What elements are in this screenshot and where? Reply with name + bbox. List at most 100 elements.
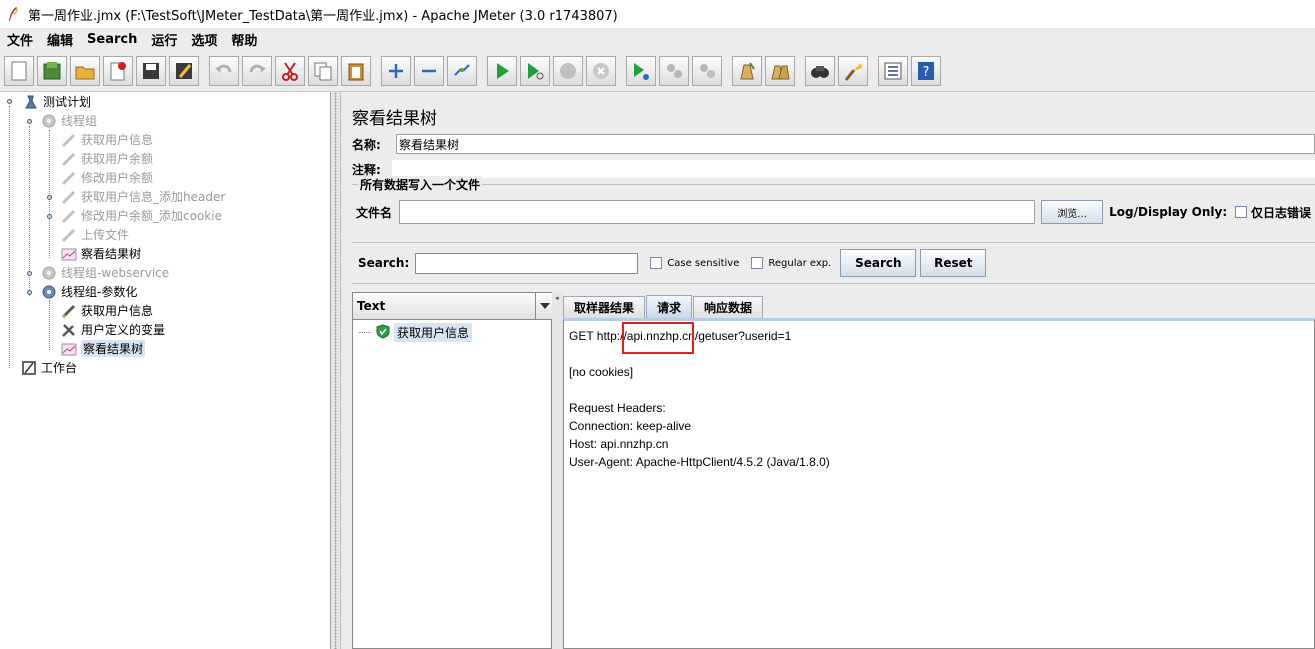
- menu-help[interactable]: 帮助: [226, 30, 262, 49]
- search-button[interactable]: Search: [840, 249, 917, 277]
- renderer-select[interactable]: Text: [353, 293, 553, 320]
- remote-shutdown-button[interactable]: [692, 55, 722, 86]
- undo-icon: [215, 64, 232, 73]
- shutdown-icon: [593, 62, 609, 79]
- test-plan-tree[interactable]: 测试计划 线程组 获取用户信息 获取用户余额 修改用户余额 获取用户信息_添加h…: [0, 92, 331, 649]
- menu-search[interactable]: Search: [82, 32, 142, 47]
- redo-button[interactable]: [242, 55, 272, 86]
- start-button[interactable]: [487, 55, 517, 86]
- tab-request[interactable]: 请求: [646, 295, 693, 318]
- tree-toggle[interactable]: [25, 117, 34, 126]
- tree-toggle[interactable]: [25, 288, 34, 297]
- request-text-area[interactable]: GET http://api.nnzhp.cn/getuser?userid=1…: [563, 318, 1315, 649]
- pane-splitter[interactable]: [331, 92, 341, 649]
- tree-item-test-plan[interactable]: 测试计划: [22, 92, 91, 111]
- save-as-icon: [176, 62, 192, 79]
- remote-start-button[interactable]: [626, 55, 656, 86]
- tree-item-sampler[interactable]: 获取用户信息: [60, 130, 153, 149]
- tree-item-sampler[interactable]: 获取用户信息_添加header: [60, 187, 225, 206]
- renderer-value: Text: [357, 299, 386, 313]
- tree-item-label: 察看结果树: [81, 247, 142, 261]
- close-button[interactable]: [103, 55, 133, 86]
- name-input[interactable]: [396, 134, 1315, 154]
- stop-button[interactable]: [553, 55, 583, 86]
- tree-item-sampler[interactable]: 修改用户余额_添加cookie: [60, 206, 222, 225]
- pencil-icon: [60, 151, 78, 167]
- copy-button[interactable]: [308, 55, 338, 86]
- tree-line: [359, 332, 371, 333]
- tree-item-sampler[interactable]: 上传文件: [60, 225, 129, 244]
- tree-item-thread-group[interactable]: 线程组-webservice: [40, 263, 169, 282]
- open-button[interactable]: [70, 55, 100, 86]
- result-splitter[interactable]: ◂: [552, 292, 563, 649]
- filename-input[interactable]: [399, 200, 1036, 224]
- expand-icon: [389, 63, 403, 78]
- tree-toggle[interactable]: [45, 212, 54, 221]
- menu-run[interactable]: 运行: [146, 30, 182, 49]
- sample-result-list[interactable]: Text 获取用户信息: [352, 292, 553, 649]
- chevron-down-icon[interactable]: [535, 293, 553, 319]
- clear-button[interactable]: [732, 55, 762, 86]
- clear-all-button[interactable]: [765, 55, 795, 86]
- paste-button[interactable]: [341, 55, 371, 86]
- help-button[interactable]: ?: [911, 55, 941, 86]
- tree-item-sampler[interactable]: 修改用户余额: [60, 168, 153, 187]
- save-as-button[interactable]: [169, 55, 199, 86]
- tab-sampler-result[interactable]: 取样器结果: [563, 296, 646, 318]
- undo-button[interactable]: [209, 55, 239, 86]
- menu-options[interactable]: 选项: [186, 30, 222, 49]
- new-button[interactable]: [4, 55, 34, 86]
- start-no-pause-icon: [528, 62, 544, 79]
- tree-toggle[interactable]: [45, 193, 54, 202]
- remote-stop-button[interactable]: [659, 55, 689, 86]
- templates-button[interactable]: [37, 55, 67, 86]
- tab-response-data[interactable]: 响应数据: [693, 296, 764, 318]
- comment-input[interactable]: [392, 160, 1315, 178]
- function-helper-button[interactable]: [878, 55, 908, 86]
- regex-option[interactable]: Regular exp.: [741, 257, 831, 269]
- tree-item-label: 修改用户余额: [81, 171, 154, 185]
- tree-item-workbench[interactable]: 工作台: [20, 358, 77, 377]
- tree-toggle[interactable]: [5, 97, 14, 106]
- search-button-toolbar[interactable]: [805, 55, 835, 86]
- log-display-only-label: Log/Display Only:: [1109, 205, 1228, 219]
- tree-item-sampler[interactable]: 获取用户余额: [60, 149, 153, 168]
- name-row: 名称:: [352, 132, 1315, 156]
- tree-item-sampler[interactable]: 获取用户信息: [60, 301, 153, 320]
- tree-item-label: 线程组-webservice: [61, 266, 170, 280]
- regex-checkbox[interactable]: [751, 257, 764, 269]
- tree-item-label: 修改用户余额_添加cookie: [81, 209, 222, 223]
- regex-label: Regular exp.: [768, 257, 832, 269]
- cut-button[interactable]: [275, 55, 305, 86]
- tree-item-label: 线程组-参数化: [61, 285, 138, 299]
- toggle-button[interactable]: [447, 55, 477, 86]
- reset-button[interactable]: Reset: [920, 249, 987, 277]
- collapse-button[interactable]: [414, 55, 444, 86]
- request-line: Connection: keep-alive: [569, 419, 692, 433]
- shutdown-button[interactable]: [586, 55, 616, 86]
- tree-item-thread-group[interactable]: 线程组: [40, 111, 97, 130]
- search-input[interactable]: [415, 252, 639, 274]
- menu-edit[interactable]: 编辑: [42, 30, 78, 49]
- reset-search-button[interactable]: [838, 55, 868, 86]
- errors-only-checkbox[interactable]: [1235, 206, 1247, 218]
- comment-row: 注释:: [352, 158, 1315, 180]
- templates-icon: [43, 61, 61, 79]
- save-button[interactable]: [136, 55, 166, 86]
- case-sensitive-option[interactable]: Case sensitive: [640, 257, 739, 269]
- menu-file[interactable]: 文件: [2, 30, 38, 49]
- browse-button[interactable]: 浏览...: [1041, 200, 1104, 224]
- highlight-annotation-box: [622, 322, 694, 354]
- tree-item-thread-group[interactable]: 线程组-参数化: [40, 282, 137, 301]
- start-no-pause-button[interactable]: [520, 55, 550, 86]
- tree-toggle[interactable]: [25, 269, 34, 278]
- tree-item-listener-selected[interactable]: 察看结果树: [60, 339, 146, 358]
- pencil-icon: [60, 227, 78, 243]
- case-sensitive-checkbox[interactable]: [650, 257, 663, 269]
- collapse-arrows-icon[interactable]: ◂: [555, 294, 559, 302]
- tree-item-listener[interactable]: 察看结果树: [60, 244, 141, 263]
- expand-button[interactable]: [381, 55, 411, 86]
- tree-item-config[interactable]: 用户定义的变量: [60, 320, 165, 339]
- request-line: [569, 381, 1309, 399]
- result-item[interactable]: 获取用户信息: [359, 323, 473, 342]
